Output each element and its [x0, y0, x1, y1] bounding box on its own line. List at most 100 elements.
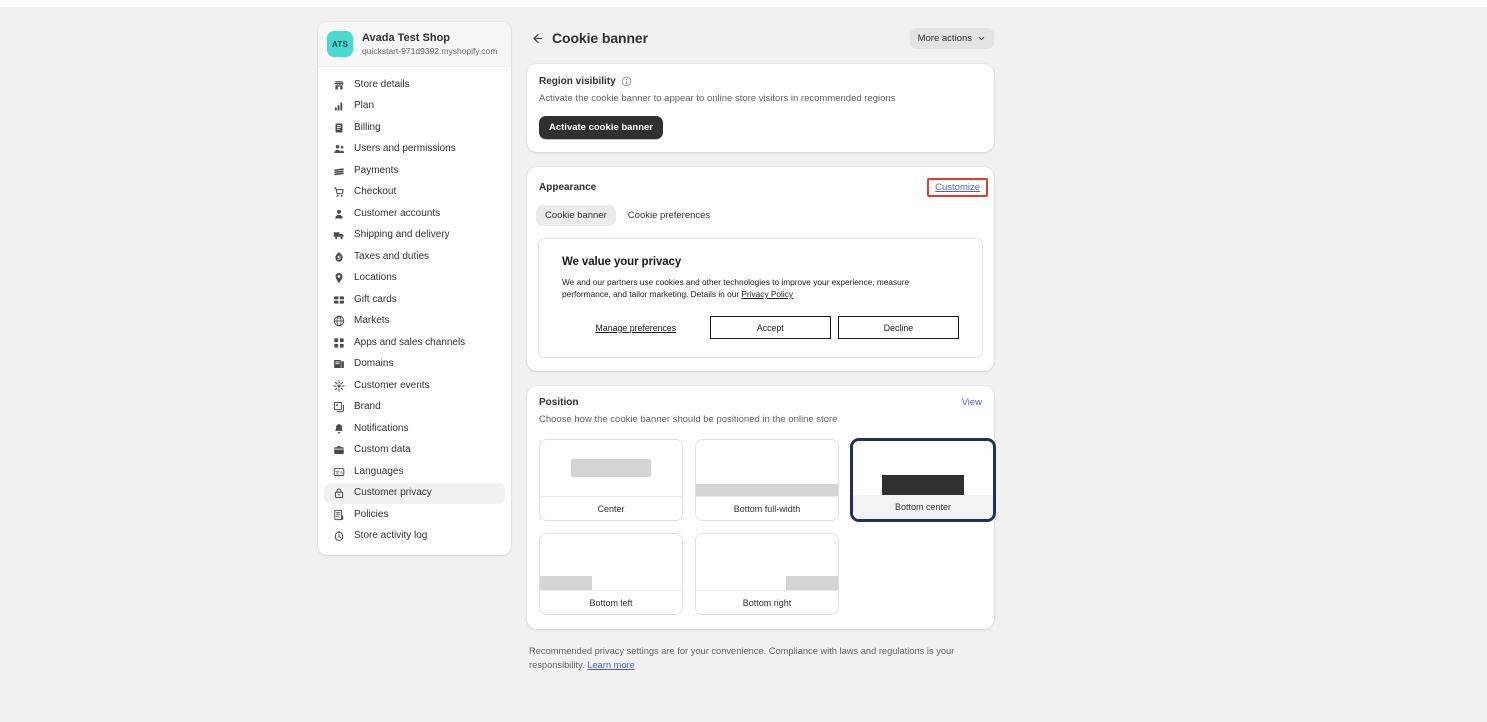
preview-title: We value your privacy	[562, 256, 682, 268]
position-option-label: Center	[540, 496, 682, 520]
sidebar-item-label: Customer events	[354, 379, 430, 391]
sidebar-item-gift-cards[interactable]: Gift cards	[324, 289, 505, 310]
sidebar-item-customer-accounts[interactable]: Customer accounts	[324, 203, 505, 224]
giftcard-icon	[332, 293, 345, 306]
sidebar-item-label: Markets	[354, 315, 390, 326]
position-option-bottom-left[interactable]: Bottom left	[539, 533, 683, 615]
activity-icon	[332, 530, 345, 543]
more-actions-button[interactable]: More actions	[909, 27, 994, 49]
sidebar-item-shipping-and-delivery[interactable]: Shipping and delivery	[324, 225, 505, 246]
sidebar-item-store-details[interactable]: Store details	[324, 74, 505, 95]
info-circle-icon[interactable]	[621, 76, 632, 87]
sidebar-item-plan[interactable]: Plan	[324, 96, 505, 117]
shop-domain: quickstart-971d9392.myshopify.com	[362, 45, 498, 56]
footer-note: Recommended privacy settings are for you…	[527, 644, 994, 672]
sidebar-item-billing[interactable]: Billing	[324, 117, 505, 138]
person-icon	[332, 207, 345, 220]
position-description: Choose how the cookie banner should be p…	[539, 414, 838, 425]
sidebar-item-taxes-and-duties[interactable]: Taxes and duties	[324, 246, 505, 267]
sidebar-item-label: Customer accounts	[354, 207, 441, 219]
position-option-label: Bottom full-width	[696, 496, 838, 520]
position-thumbnail	[696, 534, 838, 590]
sidebar-item-label: Store activity log	[354, 530, 428, 541]
truck-icon	[332, 229, 345, 242]
page-root: ATS Avada Test Shop quickstart-971d9392.…	[0, 0, 1487, 722]
sidebar-item-label: Payments	[354, 164, 399, 176]
policies-icon	[332, 508, 345, 521]
sidebar-item-notifications[interactable]: Notifications	[324, 418, 505, 439]
sidebar-item-markets[interactable]: Markets	[324, 311, 505, 332]
sidebar-item-checkout[interactable]: Checkout	[324, 182, 505, 203]
sidebar-item-custom-data[interactable]: Custom data	[324, 440, 505, 461]
sidebar-item-label: Billing	[354, 121, 381, 133]
lock-icon	[332, 487, 345, 500]
sidebar-item-label: Domains	[354, 358, 394, 369]
banner-preview-area: We value your privacy We and our partner…	[527, 226, 994, 371]
position-thumbnail	[540, 534, 682, 590]
appearance-tabs: Cookie banner Cookie preferences	[527, 197, 994, 226]
sidebar-item-label: Gift cards	[354, 293, 397, 305]
sidebar-item-languages[interactable]: 文A Languages	[324, 461, 505, 482]
languages-icon: 文A	[332, 465, 345, 478]
banner-placement-bar	[540, 576, 592, 590]
shop-header[interactable]: ATS Avada Test Shop quickstart-971d9392.…	[318, 22, 511, 67]
customize-highlight: Customize	[927, 178, 988, 197]
sidebar-item-label: Locations	[354, 272, 397, 283]
position-card: Position Choose how the cookie banner sh…	[527, 386, 995, 629]
main-content: Cookie banner More actions Region visibi…	[527, 22, 995, 672]
sidebar-item-label: Store details	[354, 78, 410, 90]
sidebar-nav: Store details Plan Billing Users and permis…	[318, 67, 511, 547]
sidebar-item-label: Notifications	[354, 422, 409, 434]
shop-name: Avada Test Shop	[362, 31, 451, 44]
sidebar-item-label: Users and permissions	[354, 143, 456, 154]
sidebar-item-domains[interactable]: Domains	[324, 354, 505, 375]
position-option-bottom-right[interactable]: Bottom right	[695, 533, 839, 615]
apps-icon	[332, 336, 345, 349]
position-option-center[interactable]: Center	[539, 439, 683, 521]
appearance-card: Appearance Customize Cookie banner Cookie…	[527, 167, 994, 371]
position-thumbnail	[853, 441, 993, 495]
activate-cookie-banner-button[interactable]: Activate cookie banner	[539, 116, 664, 139]
sidebar-item-apps-and-sales-channels[interactable]: Apps and sales channels	[324, 332, 505, 353]
sidebar-item-policies[interactable]: Policies	[324, 504, 505, 525]
brand-icon	[332, 401, 345, 414]
cart-icon	[332, 186, 345, 199]
chevron-down-icon	[978, 36, 985, 40]
sidebar-item-users-and-permissions[interactable]: Users and permissions	[324, 139, 505, 160]
domains-icon	[332, 358, 345, 371]
manage-preferences-link[interactable]: Manage preferences	[562, 323, 710, 333]
sidebar-item-customer-privacy[interactable]: Customer privacy	[324, 482, 505, 504]
appearance-title: Appearance	[539, 182, 597, 193]
banner-placement-bar	[696, 484, 838, 496]
sidebar-item-customer-events[interactable]: Customer events	[324, 375, 505, 396]
cookie-banner-preview: We value your privacy We and our partner…	[538, 238, 983, 358]
privacy-policy-link[interactable]: Privacy Policy	[741, 289, 793, 299]
preview-body: We and our partners use cookies and othe…	[562, 276, 922, 300]
region-visibility-title: Region visibility	[539, 76, 616, 87]
tab-cookie-preferences[interactable]: Cookie preferences	[619, 205, 719, 226]
learn-more-link[interactable]: Learn more	[587, 660, 635, 670]
customize-link[interactable]: Customize	[935, 182, 980, 193]
settings-sidebar: ATS Avada Test Shop quickstart-971d9392.…	[318, 22, 511, 555]
decline-button[interactable]: Decline	[837, 316, 960, 339]
top-strip	[0, 0, 1487, 7]
sidebar-item-label: Brand	[354, 401, 381, 412]
database-icon	[332, 444, 345, 457]
view-link[interactable]: View	[962, 397, 982, 408]
position-options-grid: Center Bottom full-width Bottom center Bott…	[527, 426, 995, 629]
sidebar-item-label: Shipping and delivery	[354, 229, 450, 240]
sidebar-item-locations[interactable]: Locations	[324, 268, 505, 289]
preview-actions: Manage preferences Accept Decline	[562, 316, 960, 339]
sidebar-item-label: Customer privacy	[354, 487, 432, 498]
banner-placement-bar	[882, 475, 964, 495]
avatar: ATS	[327, 31, 353, 57]
position-option-bottom-full-width[interactable]: Bottom full-width	[695, 439, 839, 521]
sidebar-item-store-activity-log[interactable]: Store activity log	[324, 526, 505, 547]
sidebar-item-brand[interactable]: Brand	[324, 397, 505, 418]
tab-cookie-banner[interactable]: Cookie banner	[536, 205, 616, 226]
sidebar-item-payments[interactable]: Payments	[324, 160, 505, 181]
position-option-bottom-center[interactable]: Bottom center	[851, 439, 995, 521]
position-option-label: Bottom right	[696, 590, 838, 614]
arrow-left-icon[interactable]	[527, 29, 545, 47]
accept-button[interactable]: Accept	[709, 316, 831, 339]
